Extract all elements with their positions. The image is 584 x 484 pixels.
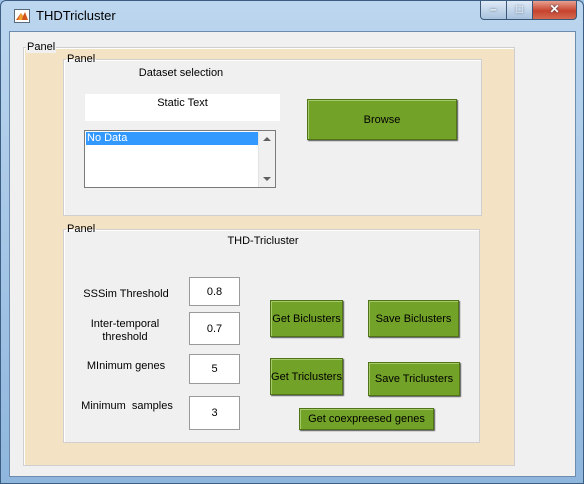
maximize-button[interactable]: □ <box>507 1 533 20</box>
matlab-icon[interactable] <box>14 9 30 23</box>
minimum-genes-label: MInimum genes <box>86 360 166 372</box>
static-text-field: Static Text <box>85 94 280 121</box>
save-triclusters-button[interactable]: Save Triclusters <box>368 362 460 396</box>
dataset-panel-title: Panel <box>67 53 96 65</box>
minimize-button[interactable]: – <box>480 1 507 20</box>
tricluster-panel-title: Panel <box>67 223 96 235</box>
save-biclusters-button[interactable]: Save Biclusters <box>368 300 459 337</box>
list-scrollbar[interactable] <box>258 131 275 187</box>
minimum-genes-input[interactable] <box>189 354 240 384</box>
dataset-heading: Dataset selection <box>138 67 224 79</box>
get-coexpressed-genes-button[interactable]: Get coexpreesed genes <box>299 408 434 430</box>
window-controls: – □ ✕ <box>480 1 577 21</box>
tricluster-heading: THD-Tricluster <box>227 235 299 247</box>
get-biclusters-button[interactable]: Get Biclusters <box>270 300 343 337</box>
minimize-icon: – <box>490 2 497 16</box>
minimum-samples-label: Minimum samples <box>81 400 173 412</box>
inter-temporal-threshold-label: Inter-temporal threshold <box>90 318 160 343</box>
dataset-list[interactable]: No Data <box>84 130 276 188</box>
scroll-up-icon[interactable] <box>263 137 271 141</box>
window-title: THDTricluster <box>36 8 116 23</box>
get-triclusters-button[interactable]: Get Triclusters <box>270 358 343 395</box>
sssim-threshold-input[interactable] <box>189 277 240 306</box>
close-icon: ✕ <box>549 2 560 16</box>
maximize-icon: □ <box>515 2 524 16</box>
inter-temporal-threshold-input[interactable] <box>189 312 240 345</box>
list-item-selected[interactable]: No Data <box>86 132 258 145</box>
scroll-down-icon[interactable] <box>263 177 271 181</box>
outer-panel-title: Panel <box>26 41 57 53</box>
minimum-samples-input[interactable] <box>189 396 240 430</box>
app-window: THDTricluster – □ ✕ Panel Panel Dataset … <box>0 0 584 484</box>
title-bar[interactable]: THDTricluster – □ ✕ <box>1 1 583 31</box>
sssim-threshold-label: SSSim Threshold <box>83 288 169 300</box>
close-button[interactable]: ✕ <box>533 1 577 20</box>
browse-button[interactable]: Browse <box>307 99 457 140</box>
